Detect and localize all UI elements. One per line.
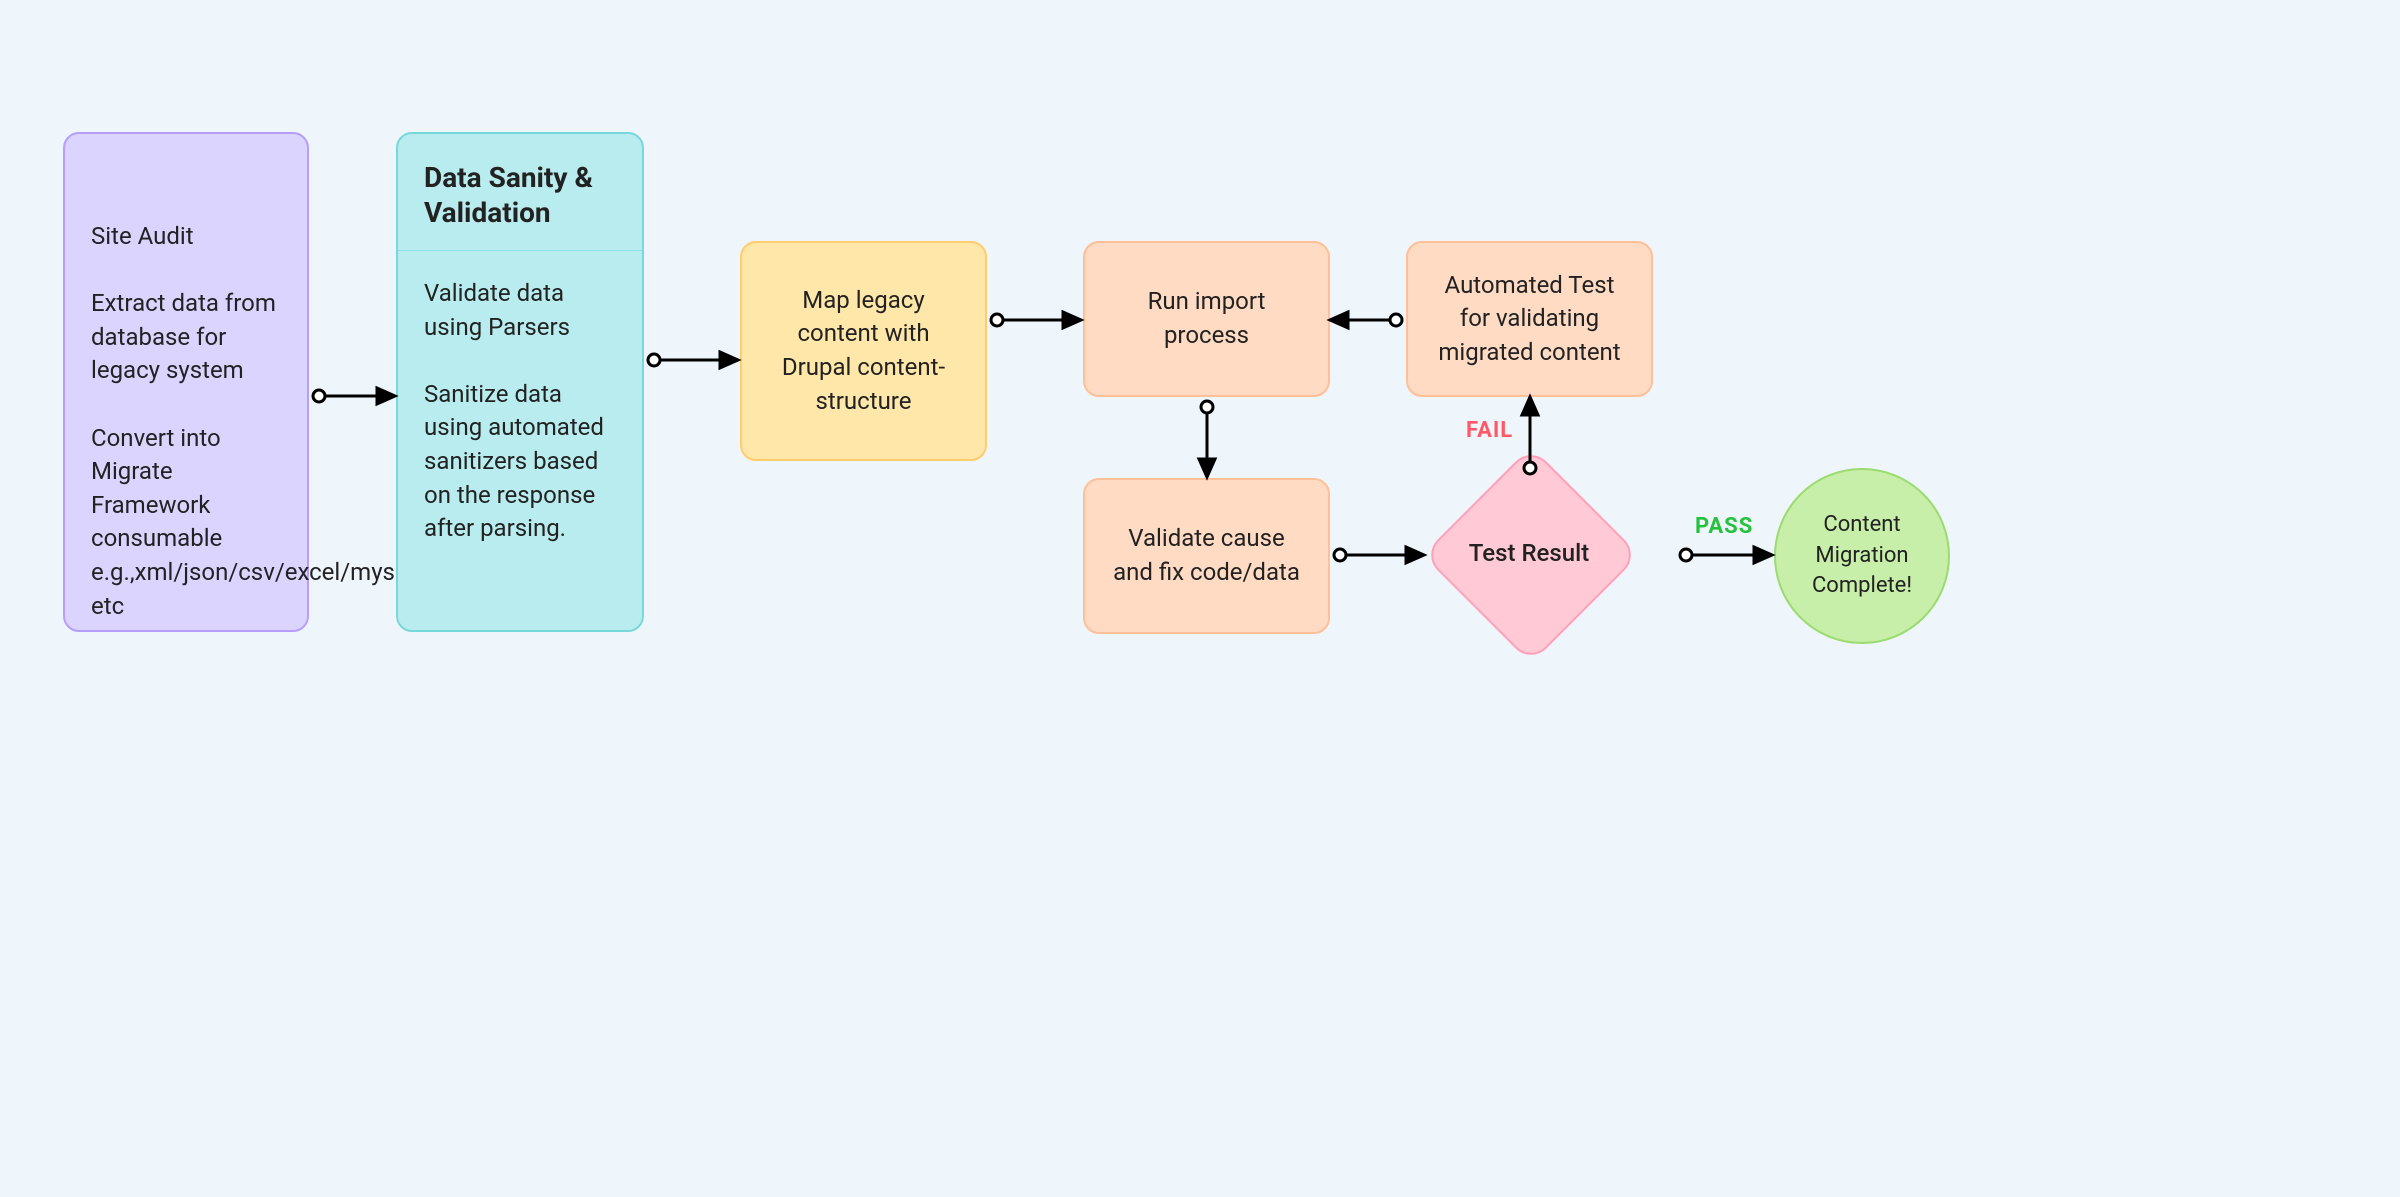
arrow-n4-n6 — [1197, 397, 1217, 478]
arrow-n4-n5-left — [1330, 310, 1406, 330]
edge-label-pass: PASS — [1695, 514, 1753, 539]
node-validate-cause: Validate cause and fix code/data — [1083, 478, 1330, 634]
edge-label-fail: FAIL — [1466, 418, 1513, 443]
node-run-import-text: Run import process — [1111, 285, 1302, 352]
node-map-legacy-text: Map legacy content with Drupal content-s… — [768, 284, 959, 418]
arrow-n2-n3 — [644, 350, 740, 370]
node-map-legacy: Map legacy content with Drupal content-s… — [740, 241, 987, 461]
node-end-text: Content Migration Complete! — [1776, 510, 1948, 602]
node-data-sanity-title: Data Sanity & Validation — [424, 160, 616, 230]
node-validate-cause-text: Validate cause and fix code/data — [1111, 522, 1302, 589]
arrow-decision-pass — [1676, 545, 1774, 565]
node-data-sanity: Data Sanity & Validation Validate data u… — [396, 132, 644, 632]
arrow-n6-decision — [1330, 545, 1426, 565]
node-decision-text: Test Result — [1466, 539, 1592, 567]
node-data-sanity-body: Validate data using Parsers Sanitize dat… — [398, 251, 642, 572]
arrow-n1-n2 — [309, 386, 396, 406]
node-automated-test: Automated Test for validating migrated c… — [1406, 241, 1653, 397]
node-site-audit: Site Audit Extract data from database fo… — [63, 132, 309, 632]
node-run-import: Run import process — [1083, 241, 1330, 397]
node-automated-test-text: Automated Test for validating migrated c… — [1434, 269, 1625, 370]
arrow-decision-fail — [1520, 397, 1540, 478]
arrow-n3-n4 — [987, 310, 1083, 330]
flow-diagram: Site Audit Extract data from database fo… — [0, 0, 2400, 1197]
node-site-audit-text: Site Audit Extract data from database fo… — [91, 156, 281, 623]
node-end: Content Migration Complete! — [1774, 468, 1950, 644]
